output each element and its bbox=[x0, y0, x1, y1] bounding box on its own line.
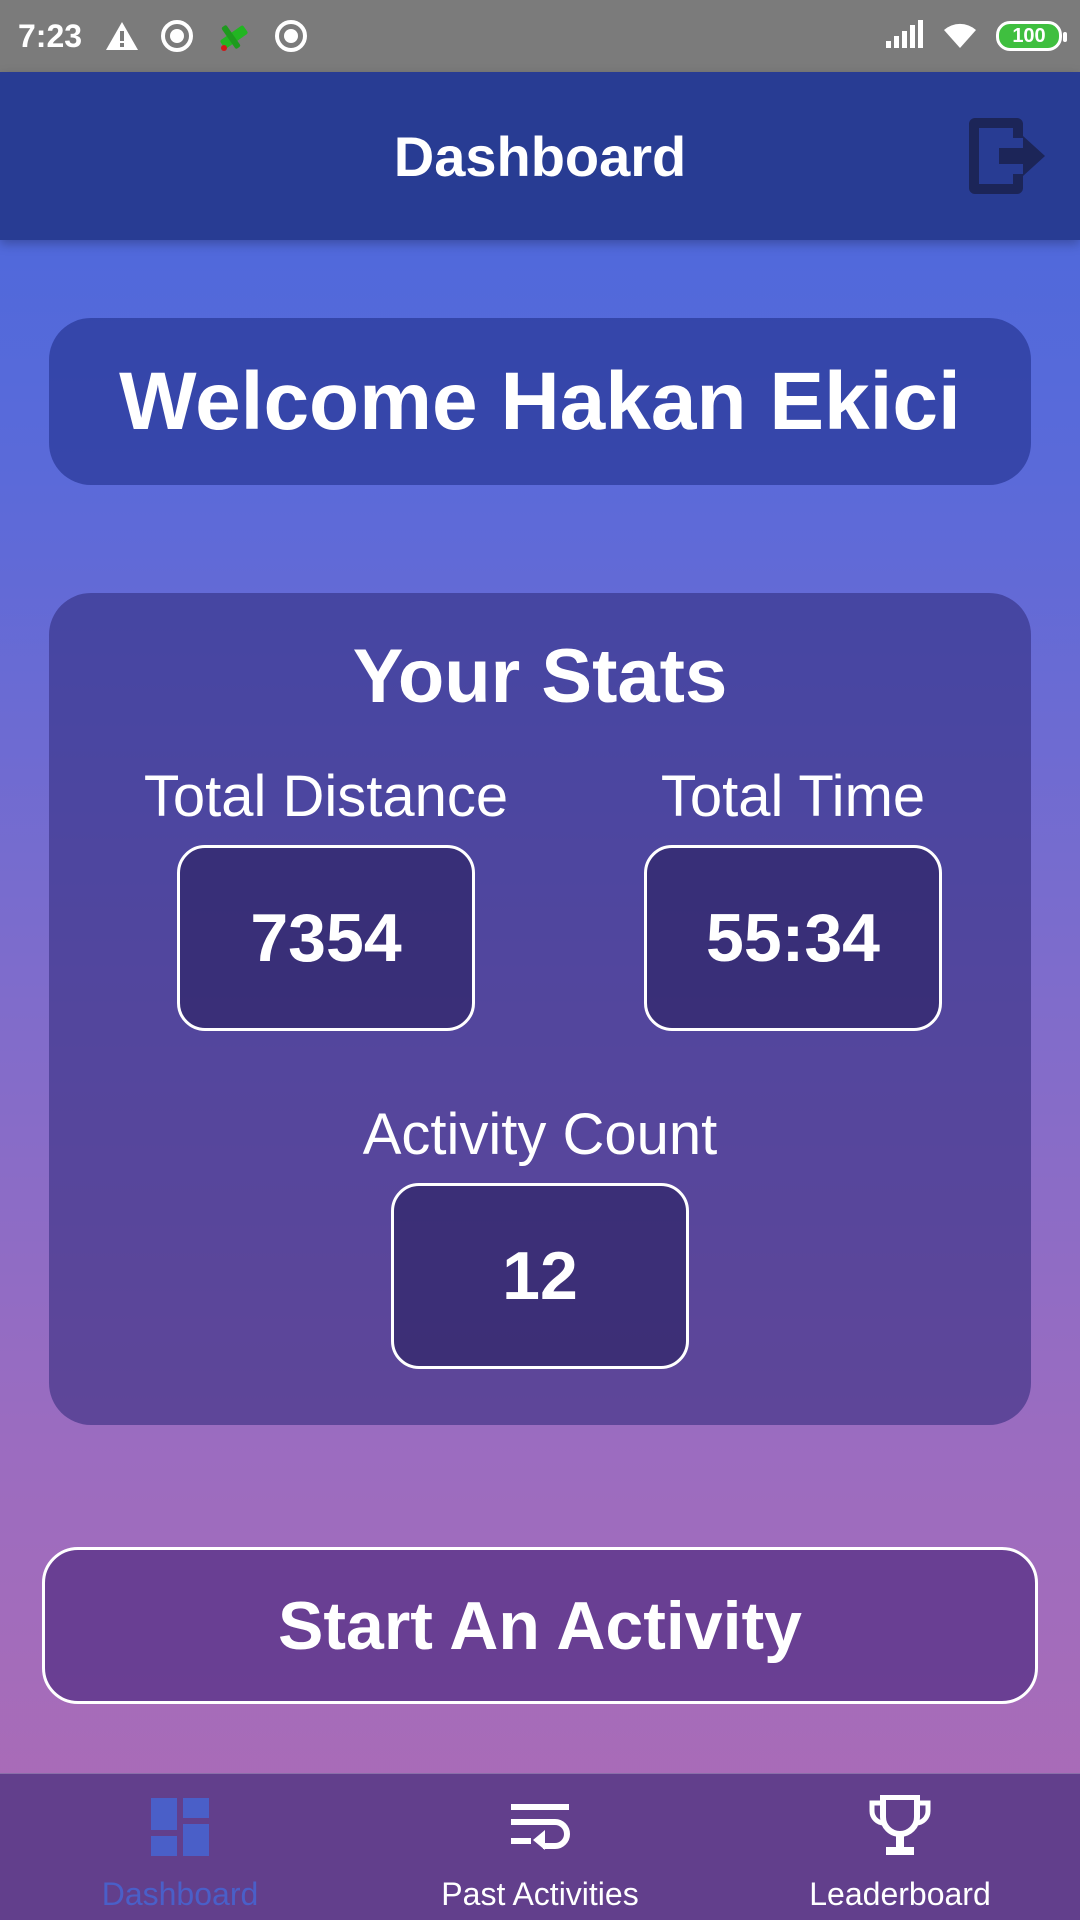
list-return-icon bbox=[509, 1794, 571, 1860]
activity-count-label: Activity Count bbox=[362, 1102, 718, 1167]
nav-item-leaderboard[interactable]: Leaderboard bbox=[720, 1774, 1080, 1920]
signal-icon bbox=[884, 19, 924, 54]
nav-label-past-activities: Past Activities bbox=[441, 1876, 639, 1912]
total-time-label: Total Time bbox=[660, 764, 926, 829]
wifi-icon bbox=[940, 18, 980, 55]
nav-label-dashboard: Dashboard bbox=[101, 1876, 259, 1912]
start-activity-button[interactable]: Start An Activity bbox=[42, 1547, 1038, 1704]
record-icon-2 bbox=[274, 19, 308, 53]
logout-button[interactable] bbox=[964, 110, 1050, 202]
total-distance-value: 7354 bbox=[177, 845, 475, 1031]
fake-gps-icon bbox=[214, 16, 254, 56]
trophy-icon bbox=[869, 1794, 931, 1860]
status-bar: 7:23 100 bbox=[0, 0, 1080, 72]
warning-icon bbox=[104, 20, 140, 52]
total-distance-label: Total Distance bbox=[143, 764, 509, 829]
bottom-nav: Dashboard Past Activities Leaderboard bbox=[0, 1773, 1080, 1920]
stats-title: Your Stats bbox=[352, 634, 728, 719]
nav-item-past-activities[interactable]: Past Activities bbox=[360, 1774, 720, 1920]
status-right: 100 bbox=[884, 18, 1067, 55]
battery-indicator: 100 bbox=[996, 21, 1067, 51]
logout-icon bbox=[969, 118, 1045, 194]
record-icon bbox=[160, 19, 194, 53]
welcome-card: Welcome Hakan Ekici bbox=[49, 318, 1031, 485]
stats-card: Your Stats Total Distance 7354 Total Tim… bbox=[49, 593, 1031, 1425]
nav-label-leaderboard: Leaderboard bbox=[809, 1876, 991, 1912]
app-bar: Dashboard bbox=[0, 72, 1080, 240]
status-time: 7:23 bbox=[18, 17, 83, 54]
nav-item-dashboard[interactable]: Dashboard bbox=[0, 1774, 360, 1920]
page-title: Dashboard bbox=[393, 124, 687, 188]
total-time-value: 55:34 bbox=[644, 845, 942, 1031]
activity-count-value: 12 bbox=[391, 1183, 689, 1369]
welcome-text: Welcome Hakan Ekici bbox=[119, 355, 961, 447]
dashboard-icon bbox=[151, 1794, 209, 1860]
